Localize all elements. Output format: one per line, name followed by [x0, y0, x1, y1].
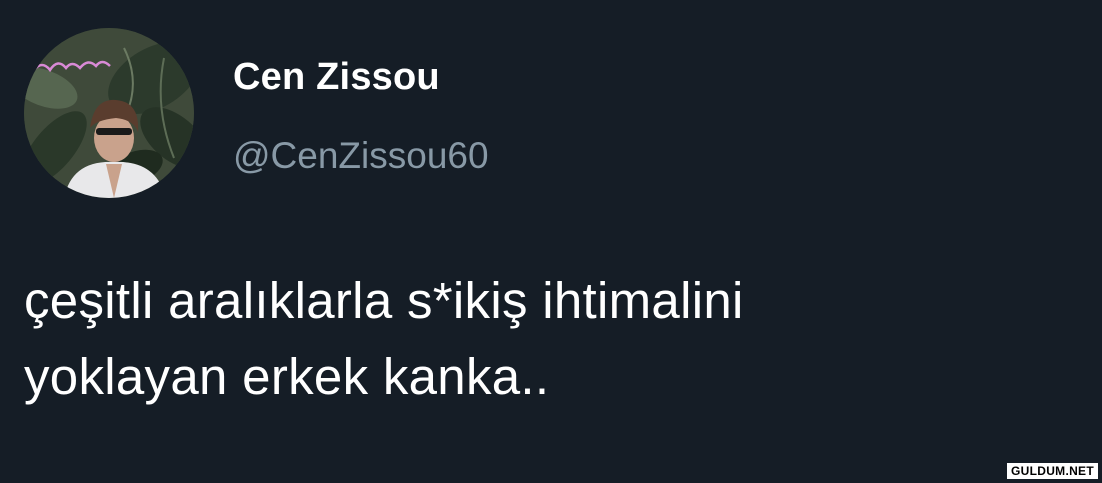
- tweet-text-line: yoklayan erkek kanka..: [24, 348, 550, 405]
- avatar[interactable]: [24, 28, 194, 198]
- avatar-image: [24, 28, 194, 198]
- watermark: GULDUM.NET: [1007, 463, 1098, 479]
- tweet-text: çeşitli aralıklarla s*ikiş ihtimalini yo…: [24, 263, 1084, 415]
- author-handle[interactable]: @CenZissou60: [233, 133, 489, 179]
- tweet-card: Cen Zissou @CenZissou60 çeşitli aralıkla…: [0, 0, 1102, 483]
- author-display-name[interactable]: Cen Zissou: [233, 54, 440, 100]
- tweet-text-line: çeşitli aralıklarla s*ikiş ihtimalini: [24, 272, 744, 329]
